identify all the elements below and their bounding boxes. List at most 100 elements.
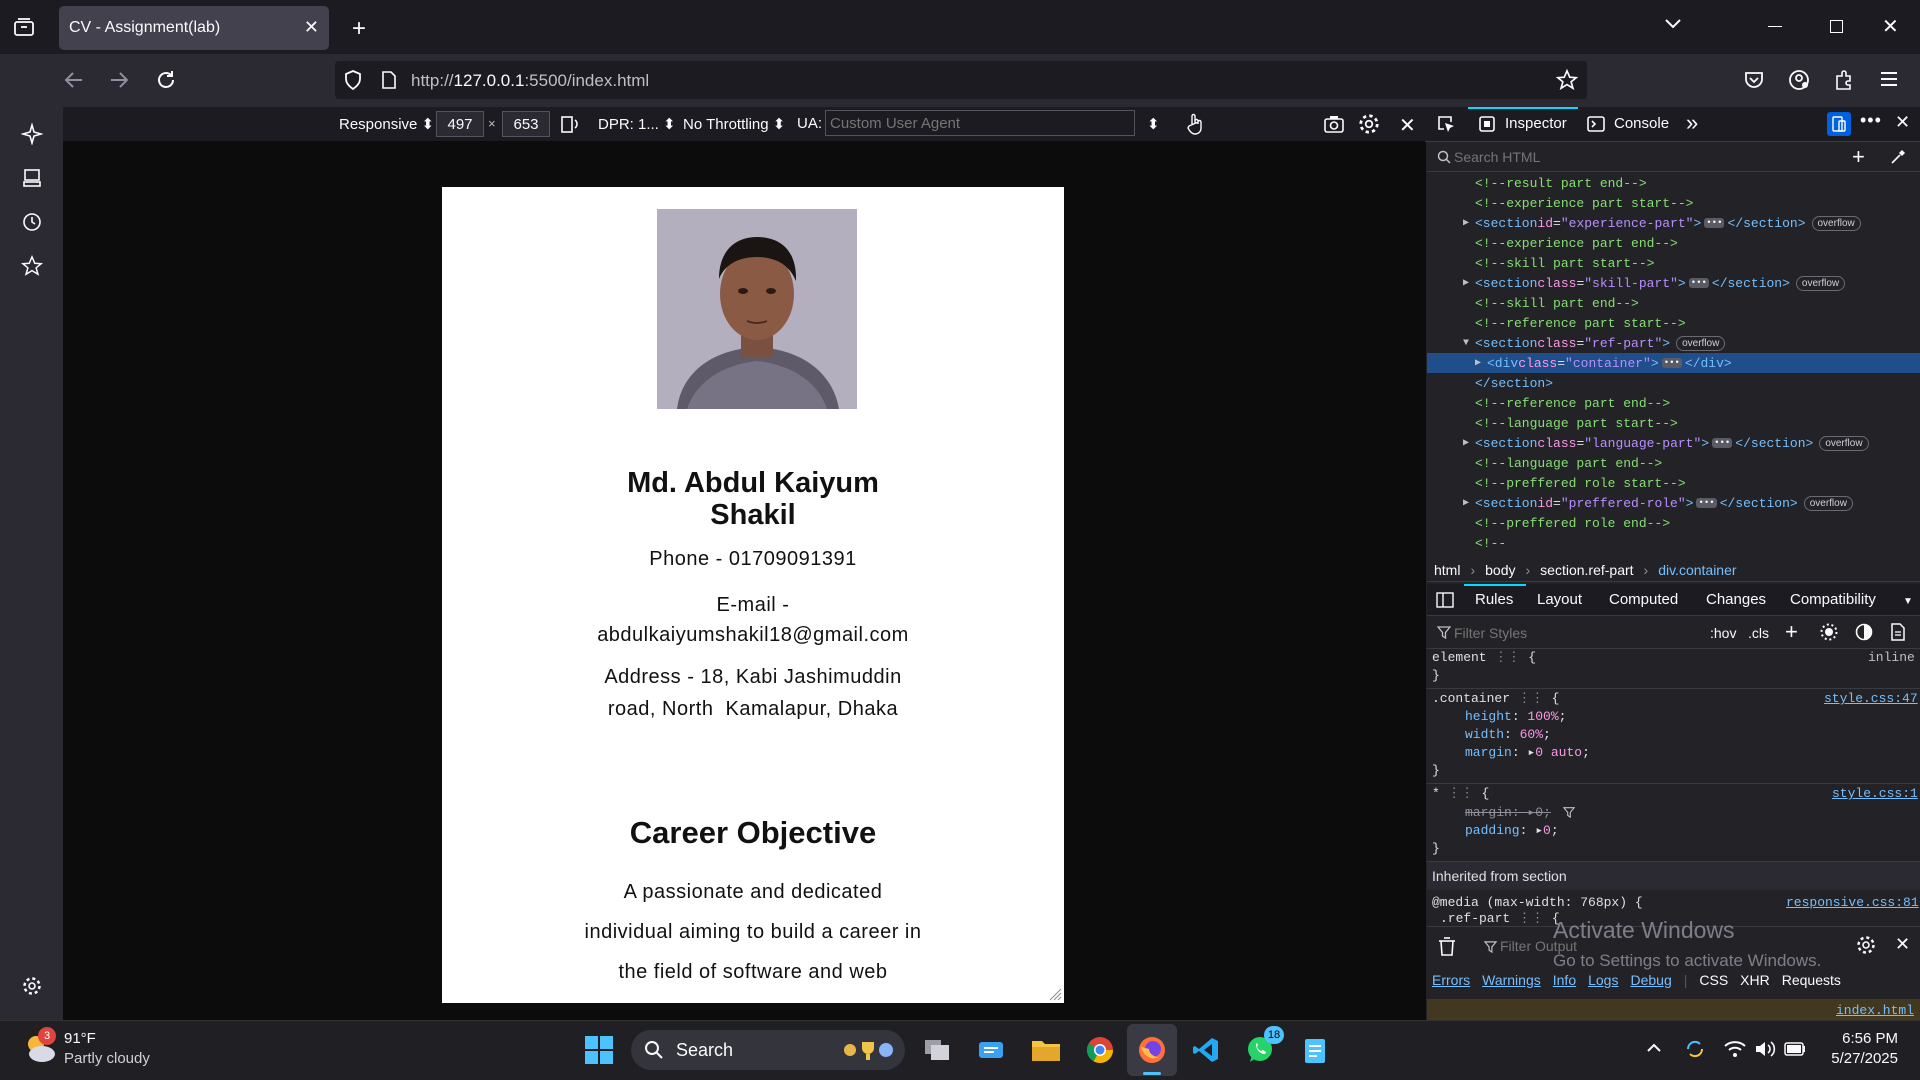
user-agent-input[interactable] bbox=[825, 110, 1135, 136]
toggle-sidebar-icon[interactable] bbox=[1436, 592, 1454, 608]
show-hidden-icons[interactable] bbox=[1646, 1043, 1662, 1053]
markup-comment[interactable]: <!--reference part end--> bbox=[1427, 393, 1920, 413]
sync-icon[interactable] bbox=[1684, 1038, 1706, 1060]
viewport-width-input[interactable]: 497 bbox=[436, 111, 484, 137]
rule-element[interactable]: element ⋮⋮ { bbox=[1432, 650, 1536, 668]
breadcrumb-div[interactable]: div.container bbox=[1658, 562, 1736, 578]
rule-container[interactable]: .container ⋮⋮ { bbox=[1432, 691, 1559, 709]
tab-active[interactable]: CV - Assignment(lab) ✕ bbox=[59, 6, 329, 50]
filter-styles-input[interactable] bbox=[1454, 622, 1694, 644]
battery-icon[interactable] bbox=[1784, 1042, 1806, 1056]
responsive-mode-icon[interactable] bbox=[1827, 112, 1851, 136]
restore-window-button[interactable] bbox=[1830, 20, 1843, 33]
collapsed-content-icon[interactable]: ••• bbox=[1704, 218, 1725, 228]
trash-icon[interactable] bbox=[1438, 937, 1456, 957]
expand-arrow-icon[interactable]: ▶ bbox=[1463, 277, 1475, 289]
devtools-options-icon[interactable]: ••• bbox=[1860, 110, 1882, 131]
bookmarks-icon[interactable] bbox=[12, 248, 52, 284]
synced-tabs-icon[interactable] bbox=[12, 160, 52, 196]
universal-source-link[interactable]: style.css:1 bbox=[1832, 786, 1918, 801]
wifi-icon[interactable] bbox=[1724, 1040, 1746, 1058]
expand-arrow-icon[interactable]: ▶ bbox=[1463, 437, 1475, 449]
decl-margin[interactable]: margin: ▸0 auto; bbox=[1465, 745, 1590, 763]
extensions-icon[interactable] bbox=[1834, 69, 1854, 91]
close-console-icon[interactable]: ✕ bbox=[1895, 934, 1910, 955]
expand-arrow-icon[interactable]: ▶ bbox=[1463, 217, 1475, 229]
console-source-link[interactable]: index.html bbox=[1836, 1003, 1914, 1018]
html-search-input[interactable] bbox=[1454, 146, 1834, 168]
tab-changes[interactable]: Changes bbox=[1706, 591, 1766, 608]
file-explorer-icon[interactable] bbox=[1026, 1030, 1066, 1070]
markup-node[interactable]: ▶ <section class = "language-part" > ••• </sec… bbox=[1427, 433, 1920, 453]
markup-node[interactable]: ▶ <section id = "experience-part" > ••• </sect… bbox=[1427, 213, 1920, 233]
tab-compatibility[interactable]: Compatibility bbox=[1790, 591, 1876, 608]
expand-arrow-icon[interactable]: ▶ bbox=[1463, 497, 1475, 509]
overflow-badge[interactable]: overflow bbox=[1819, 435, 1869, 451]
rotate-viewport-icon[interactable] bbox=[560, 114, 580, 134]
collapsed-content-icon[interactable]: ••• bbox=[1661, 358, 1682, 368]
close-tab-icon[interactable]: ✕ bbox=[304, 17, 319, 38]
close-devtools-icon[interactable]: ✕ bbox=[1895, 112, 1910, 133]
element-picker-icon[interactable] bbox=[1436, 114, 1456, 134]
collapsed-content-icon[interactable]: ••• bbox=[1712, 438, 1733, 448]
container-source-link[interactable]: style.css:47 bbox=[1824, 691, 1918, 706]
viewport-resize-handle[interactable] bbox=[1048, 987, 1062, 1001]
overflow-badge[interactable]: overflow bbox=[1811, 215, 1861, 231]
breadcrumb-html[interactable]: html bbox=[1434, 562, 1460, 578]
decl-padding[interactable]: padding: ▸0; bbox=[1465, 823, 1559, 841]
dark-mode-icon[interactable] bbox=[1855, 623, 1873, 641]
notepad-icon[interactable] bbox=[1295, 1030, 1335, 1070]
windows-start-icon[interactable] bbox=[579, 1030, 619, 1070]
weather-temp[interactable]: 91°F bbox=[64, 1030, 96, 1047]
print-media-icon[interactable] bbox=[1890, 623, 1906, 641]
filter-debug[interactable]: Debug bbox=[1630, 972, 1671, 988]
shield-icon[interactable] bbox=[344, 70, 362, 90]
markup-node[interactable]: </section> bbox=[1427, 373, 1920, 393]
collapsed-content-icon[interactable]: ••• bbox=[1696, 498, 1717, 508]
overflow-badge[interactable]: overflow bbox=[1803, 495, 1853, 511]
tab-layout[interactable]: Layout bbox=[1537, 591, 1582, 608]
markup-comment[interactable]: <!--preffered role start--> bbox=[1427, 473, 1920, 493]
expand-arrow-icon[interactable]: ▶ bbox=[1475, 357, 1487, 369]
viewport-height-input[interactable]: 653 bbox=[502, 111, 550, 137]
markup-comment[interactable]: <!--result part end--> bbox=[1427, 173, 1920, 193]
device-select[interactable]: Responsive ⬍ bbox=[339, 115, 434, 133]
markup-comment[interactable]: <!--language part start--> bbox=[1427, 413, 1920, 433]
forward-icon[interactable] bbox=[109, 70, 129, 90]
menu-icon[interactable] bbox=[1880, 71, 1898, 87]
collapsed-content-icon[interactable]: ••• bbox=[1688, 278, 1709, 288]
more-tabs-icon[interactable]: » bbox=[1686, 110, 1698, 136]
markup-comment[interactable]: <!--reference part start--> bbox=[1427, 313, 1920, 333]
reload-icon[interactable] bbox=[155, 69, 177, 91]
clock-time[interactable]: 6:56 PM bbox=[1818, 1030, 1898, 1047]
decl-height[interactable]: height: 100%; bbox=[1465, 709, 1566, 727]
filter-overridden-icon[interactable] bbox=[1563, 806, 1575, 818]
filter-info[interactable]: Info bbox=[1553, 972, 1576, 988]
page-icon[interactable] bbox=[381, 71, 397, 89]
console-settings-icon[interactable] bbox=[1856, 935, 1876, 955]
throttling-select[interactable]: No Throttling ⬍ bbox=[683, 115, 785, 133]
filter-requests[interactable]: Requests bbox=[1782, 972, 1841, 988]
breadcrumb-section[interactable]: section.ref-part bbox=[1540, 562, 1633, 578]
collapse-arrow-icon[interactable]: ▼ bbox=[1463, 338, 1475, 349]
close-window-button[interactable]: ✕ bbox=[1882, 14, 1899, 39]
decl-margin-overridden[interactable]: margin: ▸0; bbox=[1465, 805, 1551, 823]
screenshot-icon[interactable] bbox=[1323, 114, 1345, 134]
breadcrumb-body[interactable]: body bbox=[1485, 562, 1515, 578]
filter-xhr[interactable]: XHR bbox=[1740, 972, 1770, 988]
add-rule-icon[interactable]: + bbox=[1785, 619, 1798, 645]
decl-width[interactable]: width: 60%; bbox=[1465, 727, 1551, 745]
markup-comment[interactable]: <!--skill part end--> bbox=[1427, 293, 1920, 313]
markup-node[interactable]: ▶ <section class = "skill-part" > ••• </sectio… bbox=[1427, 273, 1920, 293]
firefox-icon[interactable] bbox=[1132, 1030, 1172, 1070]
markup-comment[interactable]: <!-- bbox=[1427, 533, 1920, 553]
rules-overflow-icon[interactable]: ▼ bbox=[1903, 596, 1913, 607]
filter-logs[interactable]: Logs bbox=[1588, 972, 1618, 988]
overflow-badge[interactable]: overflow bbox=[1795, 275, 1846, 291]
minimize-window-button[interactable] bbox=[1768, 26, 1782, 27]
vscode-icon[interactable] bbox=[1186, 1030, 1226, 1070]
overflow-badge[interactable]: overflow bbox=[1676, 335, 1726, 351]
hov-toggle[interactable]: :hov bbox=[1710, 625, 1736, 641]
history-icon[interactable] bbox=[12, 204, 52, 240]
touch-simulation-icon[interactable] bbox=[1186, 113, 1204, 135]
